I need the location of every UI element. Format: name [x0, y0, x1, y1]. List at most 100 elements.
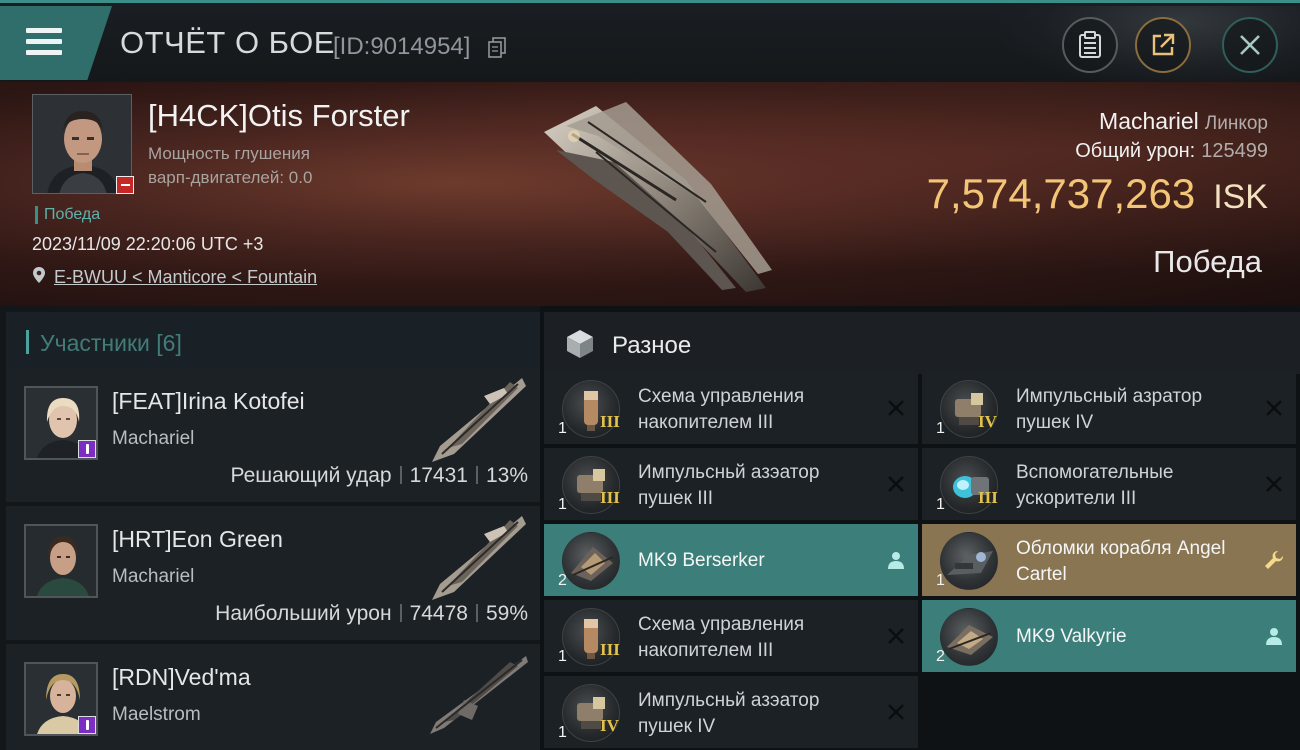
x-mark-icon: [888, 400, 904, 416]
participant-percent: 13%: [485, 464, 528, 487]
item-card[interactable]: 1 III Схема управления накопителем III: [544, 372, 918, 444]
participant-ship-image: [430, 656, 528, 734]
x-mark-icon: [1266, 476, 1282, 492]
close-icon: [1240, 35, 1260, 55]
ship-name[interactable]: Machariel: [1099, 108, 1199, 134]
isk-value: 7,574,737,263 ISK: [927, 170, 1268, 218]
misc-header: Разное: [544, 312, 1300, 374]
participant-role: Решающий удар: [230, 464, 392, 487]
menu-button[interactable]: [0, 6, 112, 80]
total-damage: Общий урон: 125499: [1075, 140, 1268, 163]
kill-datetime: 2023/11/09 22:20:06 UTC +3: [32, 234, 264, 254]
warp-jam-label: Мощность глушения: [148, 144, 310, 163]
item-tier: III: [600, 640, 620, 659]
stat-divider: [475, 466, 478, 484]
item-card[interactable]: 1 III Импульсньй азэатор пушек III: [544, 448, 918, 520]
ship-class: Линкор: [1204, 113, 1268, 134]
participant-ship: Machariel: [112, 428, 195, 449]
item-quantity: 1: [936, 496, 945, 513]
item-quantity: 1: [936, 420, 945, 437]
participant-ship-image: [432, 516, 526, 600]
item-name: Вспомогательные ускорители III: [1016, 462, 1174, 509]
result-tag: Победа: [35, 206, 100, 224]
participant-avatar[interactable]: [24, 524, 98, 598]
misc-panel[interactable]: Разное 1 III Схема управления накопителе…: [540, 306, 1300, 750]
x-mark-icon: [1266, 400, 1282, 416]
total-damage-label: Общий урон:: [1075, 140, 1196, 162]
stat-divider: [399, 466, 402, 484]
item-card[interactable]: 1 III Схема управления накопителем III: [544, 600, 918, 672]
hamburger-icon: [26, 28, 62, 56]
participant-damage: 17431: [409, 464, 468, 487]
item-card[interactable]: 1 Обломки корабля Angel Cartel: [922, 524, 1296, 596]
item-quantity: 1: [936, 572, 945, 589]
participant-ship: Machariel: [112, 566, 195, 587]
victim-ship: Machariel Линкор: [1099, 108, 1268, 135]
participant-stats: Решающий удар 17431 13%: [231, 464, 528, 488]
participant-name[interactable]: [FEAT]Irina Kotofei: [112, 388, 305, 415]
item-card[interactable]: 1 IV Импульсный азратор пушек IV: [922, 372, 1296, 444]
item-name: Импульсный азратор пушек IV: [1016, 386, 1203, 433]
item-card[interactable]: 2 MK9 Valkyrie: [922, 600, 1296, 672]
participant-card[interactable]: [FEAT]Irina Kotofei Machariel Решающий у…: [6, 368, 540, 502]
participant-damage: 74478: [409, 602, 468, 625]
corp-badge: [78, 716, 96, 734]
copy-icon[interactable]: [488, 37, 506, 59]
close-button[interactable]: [1222, 17, 1278, 73]
victim-name[interactable]: [H4CK]Otis Forster: [148, 98, 410, 134]
location-link[interactable]: E-BWUU < Manticore < Fountain: [54, 267, 317, 288]
ship-wreck-icon: [940, 532, 998, 590]
item-tier: III: [978, 488, 998, 507]
participants-title: Участники [6]: [40, 330, 182, 356]
share-icon: [1152, 33, 1175, 56]
corp-badge: [78, 440, 96, 458]
isk-currency: ISK: [1213, 178, 1268, 216]
person-icon: [1266, 628, 1282, 645]
drone-icon: [562, 532, 620, 590]
x-mark-icon: [888, 704, 904, 720]
participant-name[interactable]: [HRT]Eon Green: [112, 526, 283, 553]
item-name: Схема управления накопителем III: [638, 614, 805, 661]
stat-divider: [399, 604, 402, 622]
item-name: MK9 Valkyrie: [1016, 626, 1127, 647]
page-title: ОТЧЁТ О БОЕ: [120, 25, 335, 60]
share-button[interactable]: [1135, 17, 1191, 73]
item-tier: III: [600, 488, 620, 507]
item-card[interactable]: 1 IV Импульсньй азэатор пушек IV: [544, 676, 918, 748]
top-bar: ОТЧЁТ О БОЕ [ID:9014954]: [0, 0, 1300, 85]
item-tier: IV: [600, 716, 619, 735]
clipboard-button[interactable]: [1062, 17, 1118, 73]
item-quantity: 2: [936, 648, 945, 665]
participants-panel[interactable]: Участники [6] [FEAT]Irina Kotofei Machar…: [0, 306, 540, 750]
total-damage-value: 125499: [1201, 140, 1268, 162]
participant-card[interactable]: [HRT]Eon Green Machariel Наибольший урон…: [6, 506, 540, 640]
item-card[interactable]: 2 MK9 Berserker: [544, 524, 918, 596]
participant-percent: 59%: [485, 602, 528, 625]
warp-jam-value: варп-двигателей: 0.0: [148, 168, 313, 187]
item-name: Схема управления накопителем III: [638, 386, 805, 433]
participant-name[interactable]: [RDN]Ved'ma: [112, 664, 251, 691]
cube-icon: [567, 330, 593, 358]
drone-icon: [940, 608, 998, 666]
location-pin-icon: [33, 267, 45, 283]
standing-badge: [116, 176, 134, 194]
participant-card[interactable]: [RDN]Ved'ma Maelstrom: [6, 644, 540, 750]
stat-divider: [475, 604, 478, 622]
participant-ship-image: [432, 378, 526, 462]
x-mark-icon: [888, 628, 904, 644]
person-icon: [888, 552, 904, 569]
item-name: Обломки корабля Angel Cartel: [1016, 538, 1226, 585]
item-tier: IV: [978, 412, 997, 431]
item-quantity: 1: [558, 724, 567, 741]
item-name: Импульсньй азэатор пушек III: [638, 462, 820, 509]
participants-header[interactable]: Участники [6]: [6, 312, 540, 370]
item-quantity: 1: [558, 420, 567, 437]
isk-amount: 7,574,737,263: [926, 170, 1196, 217]
participant-ship: Maelstrom: [112, 704, 201, 725]
participant-role: Наибольший урон: [215, 602, 392, 625]
item-quantity: 1: [558, 648, 567, 665]
item-card[interactable]: 1 III Вспомогательные ускорители III: [922, 448, 1296, 520]
header-accent-bar: [26, 330, 29, 354]
misc-title: Разное: [612, 332, 692, 359]
item-name: MK9 Berserker: [638, 550, 765, 571]
